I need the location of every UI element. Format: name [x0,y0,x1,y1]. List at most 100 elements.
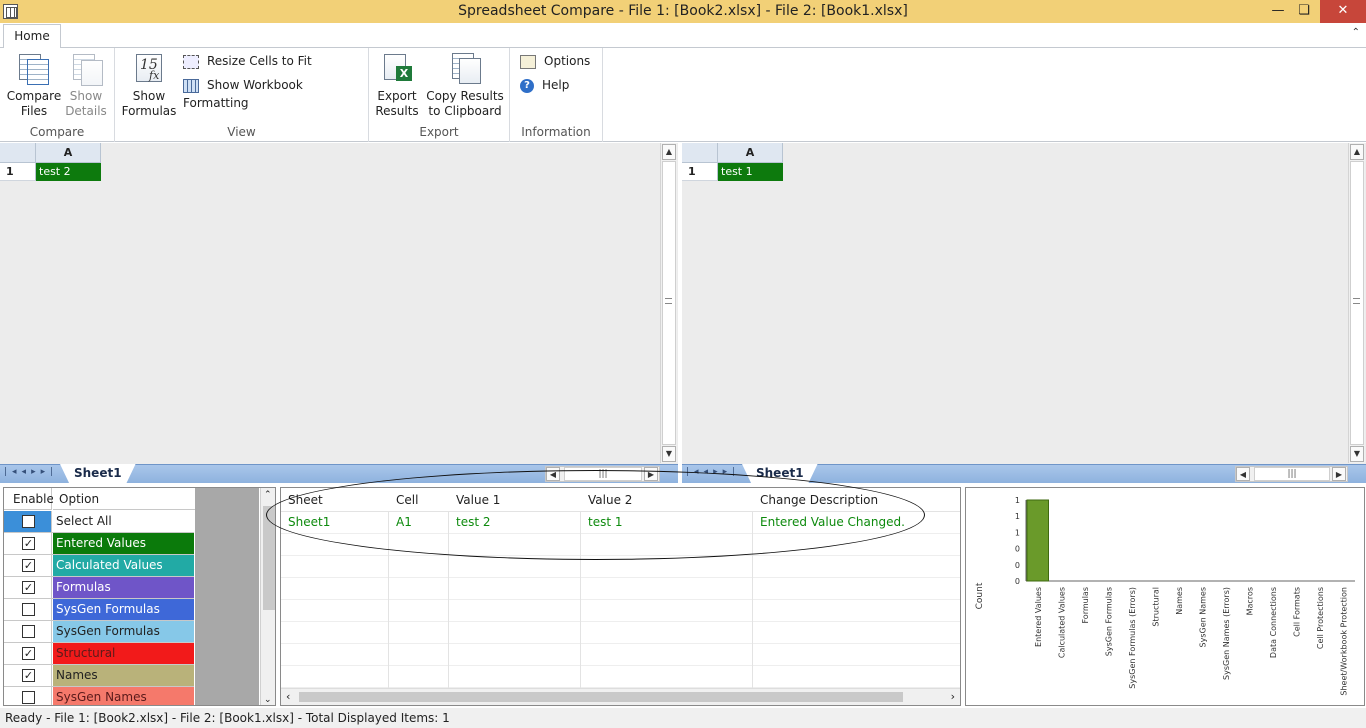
right-sheet-tab[interactable]: Sheet1 [742,464,818,483]
show-details-button[interactable]: Show Details [62,52,110,119]
column-header-a[interactable]: A [718,143,783,163]
option-row[interactable]: SysGen Names [4,687,194,705]
scroll-right-icon[interactable]: › [951,690,955,703]
scroll-down-icon[interactable]: ▼ [1350,446,1364,462]
scroll-left-icon[interactable]: ◀ [546,467,560,481]
select-all-corner[interactable] [682,143,718,163]
option-checkbox[interactable]: ✓ [22,669,35,682]
option-label: Names [53,665,194,686]
header-value-2[interactable]: Value 2 [581,488,753,512]
left-sheet-bar: |◂◂▸▸| Sheet1 ◀ ||| ▶ [0,464,678,483]
resize-cells-button[interactable]: Resize Cells to Fit [183,52,312,70]
scroll-right-icon[interactable]: ▶ [1332,467,1346,481]
scroll-left-icon[interactable]: ‹ [286,690,290,703]
option-checkbox[interactable] [22,603,35,616]
help-button[interactable]: ? Help [520,76,569,94]
scroll-down-icon[interactable]: ▼ [662,446,676,462]
ribbon-collapse-icon[interactable]: ⌃ [1352,27,1360,38]
copy-results-button[interactable]: Copy Results to Clipboard [425,52,505,119]
results-horizontal-scrollbar[interactable]: ‹ › [281,688,960,705]
right-sheet-bar: |◂◂▸▸| Sheet1 ◀ ||| ▶ [682,464,1366,483]
row-header-1[interactable]: 1 [682,163,718,181]
left-vertical-scrollbar[interactable]: ▲ ▼ [660,143,677,463]
scroll-left-icon[interactable]: ◀ [1236,467,1250,481]
option-checkbox-cell[interactable] [4,511,52,532]
result-change-description[interactable]: Entered Value Changed. [753,512,960,533]
option-row[interactable]: SysGen Formulas [4,599,194,621]
option-row[interactable]: Select All [4,511,194,533]
column-header-a[interactable]: A [36,143,101,163]
option-checkbox-cell[interactable] [4,687,52,705]
right-vertical-scrollbar[interactable]: ▲ ▼ [1348,143,1365,463]
row-header-1[interactable]: 1 [0,163,36,181]
summary-chart-panel: 1 1 1 0 0 0 Count Entered Values Calculated Valu… [965,487,1365,706]
option-checkbox-cell[interactable]: ✓ [4,665,52,686]
result-value-1[interactable]: test 2 [449,512,581,533]
left-horizontal-scrollbar[interactable]: ◀ ||| ▶ [545,466,660,482]
export-results-button[interactable]: X Export Results [373,52,421,119]
options-empty-area [195,488,259,705]
excel-export-icon: X [380,52,414,86]
option-row[interactable]: ✓ Formulas [4,577,194,599]
scroll-thumb[interactable] [299,692,903,702]
scroll-up-icon[interactable]: ⌃ [264,490,272,500]
sheet-nav-icons[interactable]: |◂◂▸▸| [4,467,58,477]
option-row[interactable]: ✓ Calculated Values [4,555,194,577]
show-formulas-button[interactable]: 15 fx Show Formulas [121,52,177,119]
horizontal-thumb[interactable]: ||| [1254,467,1330,481]
header-value-1[interactable]: Value 1 [449,488,581,512]
cell-a1[interactable]: test 2 [36,163,101,181]
option-row[interactable]: ✓ Names [4,665,194,687]
option-row[interactable]: ✓ Entered Values [4,533,194,555]
show-workbook-formatting-button[interactable]: Show Workbook Formatting [183,76,368,110]
option-checkbox[interactable] [22,691,35,704]
options-panel: Enable Option Select All ✓ Entered Values ✓… [3,487,276,706]
result-value-2[interactable]: test 1 [581,512,753,533]
minimize-button[interactable]: — [1264,0,1292,23]
option-row[interactable]: ✓ Structural [4,643,194,665]
option-checkbox-cell[interactable]: ✓ [4,577,52,598]
compare-files-button[interactable]: Compare Files [6,52,62,119]
bar-entered-values [1026,499,1049,582]
option-checkbox-cell[interactable]: ✓ [4,643,52,664]
tab-home[interactable]: Home [3,24,61,48]
option-checkbox[interactable]: ✓ [22,559,35,572]
option-checkbox[interactable] [22,625,35,638]
close-button[interactable]: ✕ [1320,0,1366,23]
maximize-button[interactable]: ❏ [1290,0,1318,23]
scroll-right-icon[interactable]: ▶ [644,467,658,481]
option-checkbox[interactable]: ✓ [22,647,35,660]
header-change-description[interactable]: Change Description [753,488,960,512]
option-checkbox-cell[interactable] [4,599,52,620]
option-checkbox[interactable]: ✓ [22,537,35,550]
left-sheet-tab[interactable]: Sheet1 [60,464,136,483]
option-row[interactable]: SysGen Formulas Errors [4,621,194,659]
options-button[interactable]: Options [520,52,590,70]
result-cell[interactable]: A1 [389,512,449,533]
result-sheet[interactable]: Sheet1 [281,512,389,533]
scroll-up-icon[interactable]: ▲ [1350,144,1364,160]
workbook-formatting-icon [183,78,199,93]
scroll-up-icon[interactable]: ▲ [662,144,676,160]
option-checkbox-cell[interactable]: ✓ [4,533,52,554]
x-tick-label: Macros [1245,587,1254,615]
cell-a1[interactable]: test 1 [718,163,783,181]
select-all-corner[interactable] [0,143,36,163]
option-label: Structural [53,643,194,664]
right-horizontal-scrollbar[interactable]: ◀ ||| ▶ [1235,466,1348,482]
header-cell[interactable]: Cell [389,488,449,512]
x-tick-label: Structural [1151,587,1160,627]
header-sheet[interactable]: Sheet [281,488,389,512]
left-workbook-pane: A 1 test 2 ▲ ▼ |◂◂▸▸| Sheet1 ◀ ||| ▶ [0,143,678,483]
scroll-thumb[interactable] [263,506,275,610]
option-checkbox[interactable] [22,515,35,528]
option-checkbox-cell[interactable]: ✓ [4,555,52,576]
options-scrollbar[interactable]: ⌃ ⌄ [260,488,275,705]
group-compare-label: Compare [29,125,85,139]
x-tick-label: SysGen Names [1198,587,1207,647]
horizontal-thumb[interactable]: ||| [564,467,642,481]
option-checkbox[interactable]: ✓ [22,581,35,594]
scroll-down-icon[interactable]: ⌄ [264,695,272,705]
option-checkbox-cell[interactable] [4,621,52,642]
sheet-nav-icons[interactable]: |◂◂▸▸| [686,467,740,477]
